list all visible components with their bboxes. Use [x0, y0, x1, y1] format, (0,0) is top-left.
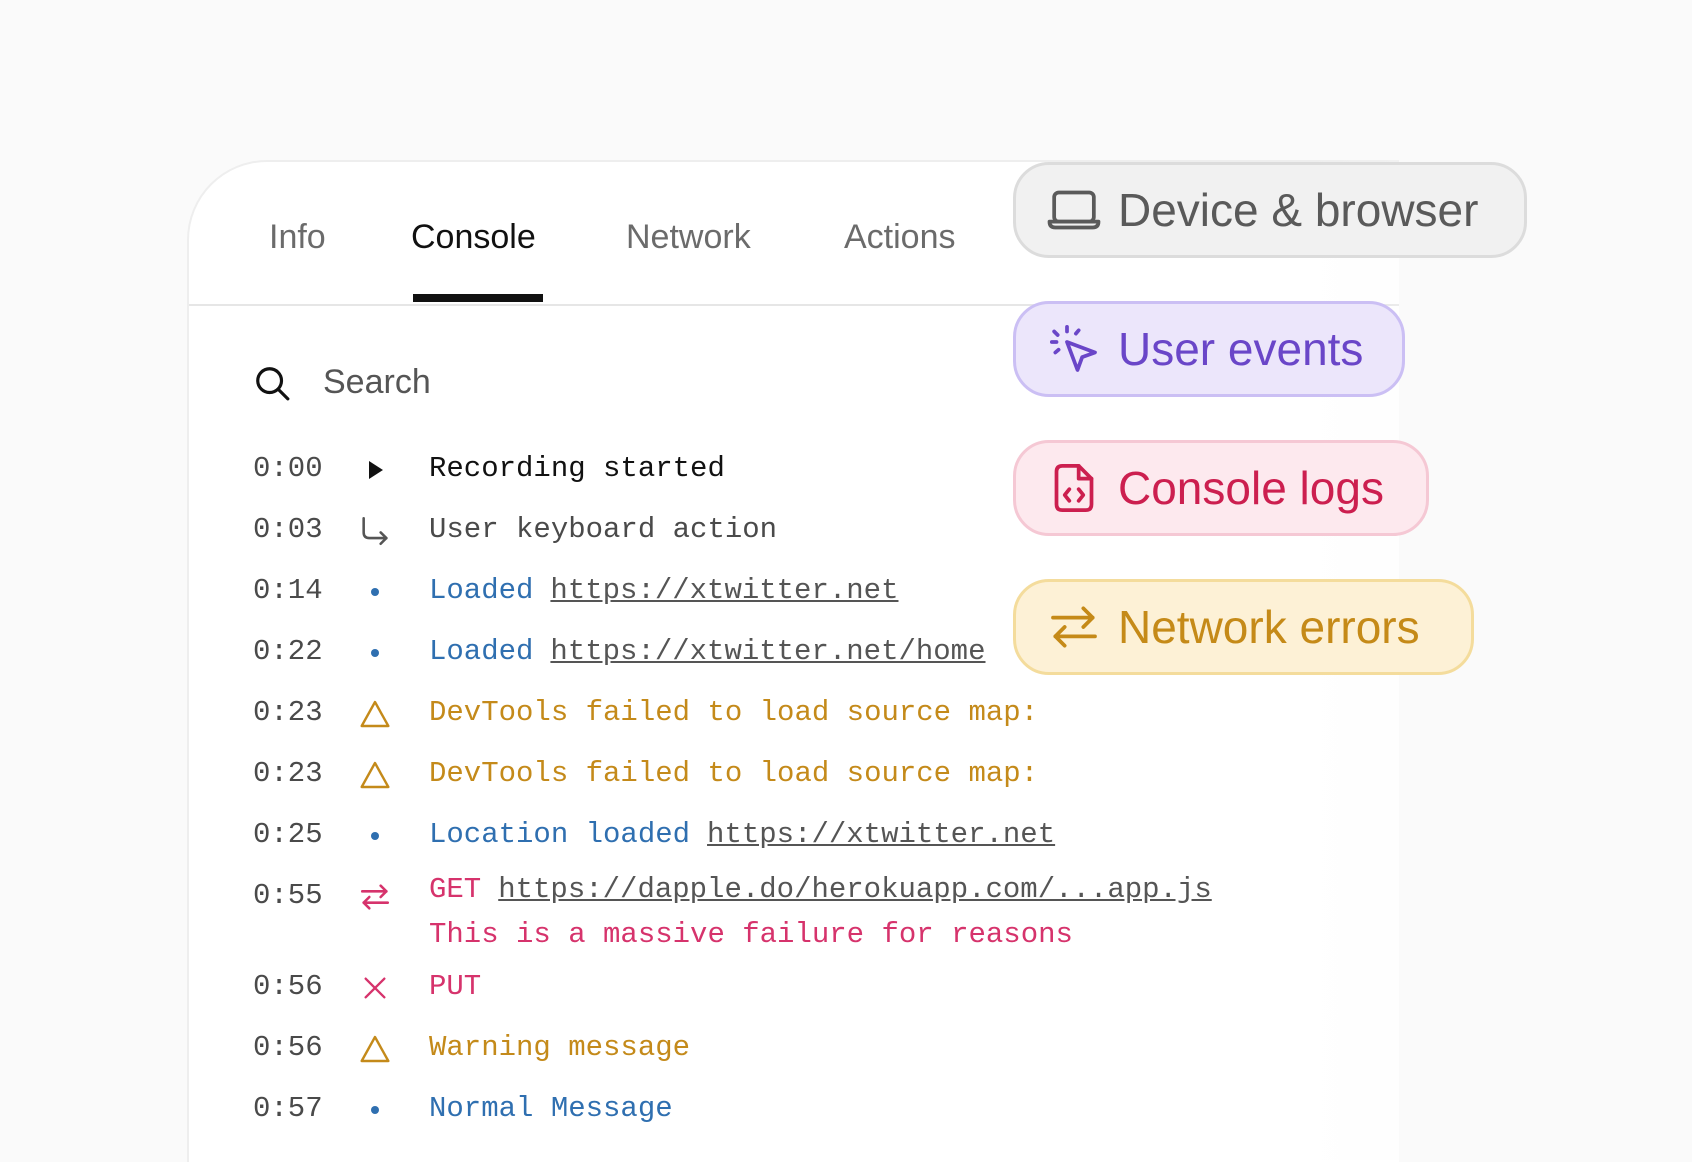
- log-message: Loaded https://xtwitter.net: [429, 574, 899, 607]
- arrow-corner-icon: [357, 513, 393, 549]
- log-time: 0:55: [253, 879, 323, 912]
- tab-actions[interactable]: Actions: [844, 218, 956, 257]
- log-message: DevTools failed to load source map:: [429, 696, 1039, 729]
- warning-icon: [357, 757, 393, 793]
- log-link[interactable]: https://xtwitter.net: [550, 574, 898, 607]
- log-time: 0:56: [253, 970, 323, 1003]
- pill-label: Network errors: [1118, 601, 1420, 653]
- log-message: Loaded https://xtwitter.net/home: [429, 635, 986, 668]
- warning-icon: [357, 1031, 393, 1067]
- log-time: 0:22: [253, 635, 323, 668]
- tab-info[interactable]: Info: [269, 218, 326, 257]
- log-time: 0:03: [253, 513, 323, 546]
- log-detail: This is a massive failure for reasons: [429, 918, 1073, 951]
- log-time: 0:23: [253, 696, 323, 729]
- warning-icon: [357, 696, 393, 732]
- log-message: User keyboard action: [429, 513, 778, 546]
- dot-icon: [357, 635, 393, 671]
- log-link[interactable]: https://xtwitter.net/home: [550, 635, 985, 668]
- code-file-icon: [1054, 463, 1094, 513]
- tab-network[interactable]: Network: [626, 218, 751, 257]
- log-message: PUT: [429, 970, 482, 1003]
- log-message: DevTools failed to load source map:: [429, 757, 1039, 790]
- log-time: 0:00: [253, 452, 323, 485]
- log-message: Normal Message: [429, 1092, 673, 1125]
- log-link[interactable]: https://dapple.do/herokuapp.com/...app.j…: [498, 873, 1212, 906]
- swap-icon: [357, 879, 393, 915]
- swap-icon: [1051, 606, 1097, 648]
- dot-icon: [357, 574, 393, 610]
- log-time: 0:14: [253, 574, 323, 607]
- log-message: Recording started: [429, 452, 725, 485]
- search-input[interactable]: [321, 362, 825, 403]
- log-time: 0:57: [253, 1092, 323, 1125]
- laptop-icon: [1047, 190, 1101, 230]
- log-time: 0:23: [253, 757, 323, 790]
- pill-label: Device & browser: [1118, 184, 1479, 236]
- network-errors-pill[interactable]: Network errors: [1013, 579, 1474, 675]
- tab-console[interactable]: Console: [411, 218, 536, 257]
- device-browser-pill[interactable]: Device & browser: [1013, 162, 1527, 258]
- console-logs-pill[interactable]: Console logs: [1013, 440, 1429, 536]
- pill-label: User events: [1118, 323, 1364, 375]
- user-events-pill[interactable]: User events: [1013, 301, 1405, 397]
- log-message: Warning message: [429, 1031, 691, 1064]
- x-icon: [357, 970, 393, 1006]
- log-link[interactable]: https://xtwitter.net: [707, 818, 1055, 851]
- log-message: GET https://dapple.do/herokuapp.com/...ap…: [429, 873, 1212, 906]
- cursor-click-icon: [1049, 324, 1097, 372]
- log-time: 0:56: [253, 1031, 323, 1064]
- log-time: 0:25: [253, 818, 323, 851]
- search-bar: [253, 362, 825, 403]
- log-message: Location loaded https://xtwitter.net: [429, 818, 1056, 851]
- play-icon: [357, 452, 393, 488]
- search-icon: [256, 366, 290, 400]
- pill-label: Console logs: [1118, 462, 1384, 514]
- dot-icon: [357, 1092, 393, 1128]
- dot-icon: [357, 818, 393, 854]
- active-tab-indicator: [413, 294, 543, 302]
